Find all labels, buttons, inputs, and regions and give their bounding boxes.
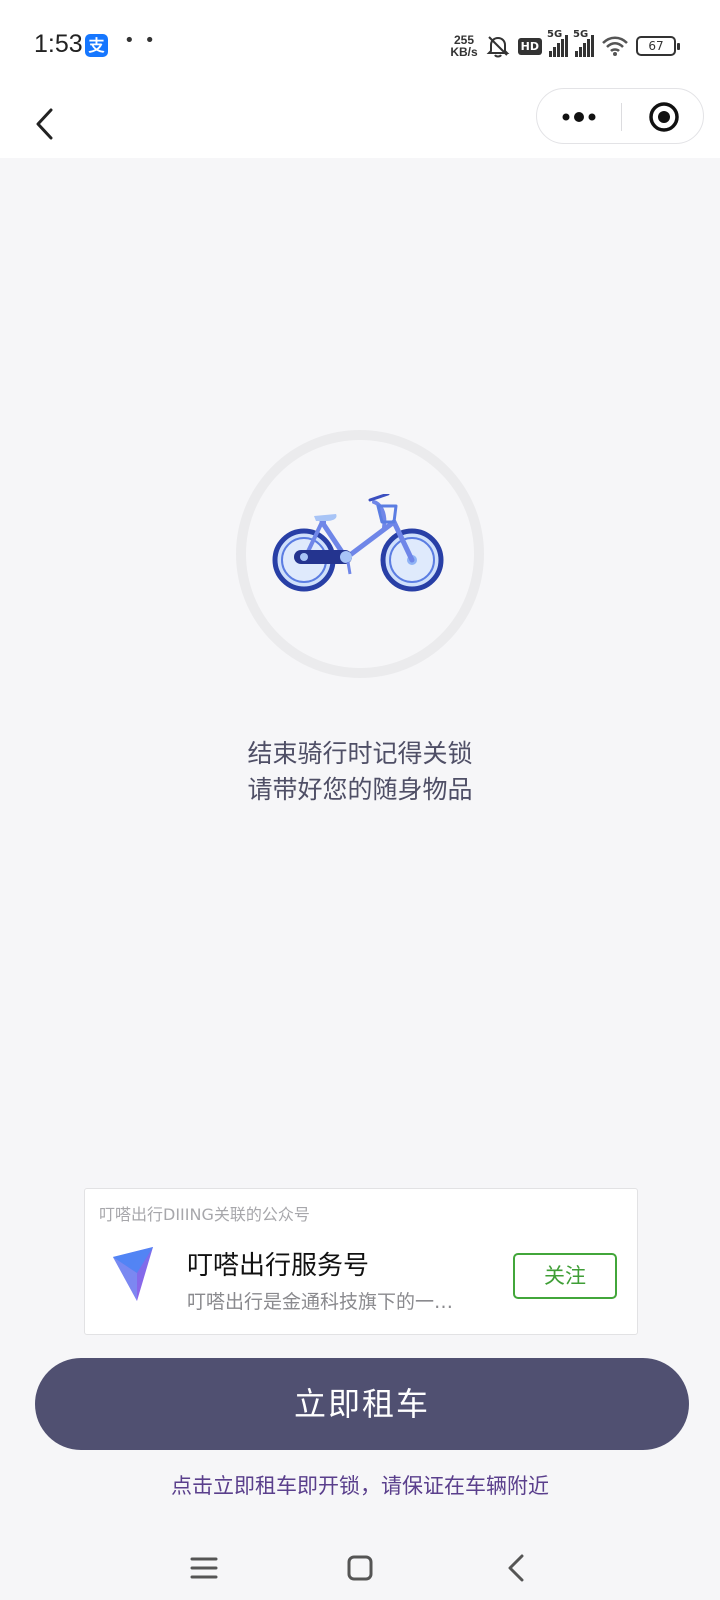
more-button[interactable]	[537, 89, 621, 145]
home-square-icon	[347, 1555, 373, 1581]
official-account-card[interactable]: 叮嗒出行DIIING关联的公众号 叮嗒出行服务号 叮嗒出行是金通科技旗下的一… …	[84, 1188, 638, 1335]
signal-icon-2: 5G	[573, 29, 594, 57]
close-miniprogram-button[interactable]	[622, 89, 705, 145]
status-bar: 1:53 支 • • 255 KB/s HD 5G 5G 67	[0, 0, 720, 92]
rent-hint-text: 点击立即租车即开锁，请保证在车辆附近	[171, 1474, 549, 1498]
status-time: 1:53	[34, 30, 83, 58]
network-type-label-2: 5G	[573, 29, 589, 40]
back-triangle-icon	[508, 1554, 524, 1582]
hd-badge: HD	[517, 37, 542, 55]
bicycle-icon	[272, 494, 444, 592]
follow-button[interactable]: 关注	[513, 1253, 617, 1299]
riding-tip: 结束骑行时记得关锁 请带好您的随身物品	[0, 736, 720, 808]
status-indicators: 255 KB/s HD 5G 5G 67	[450, 29, 680, 60]
home-button[interactable]	[330, 1538, 390, 1598]
official-account-header: 叮嗒出行DIIING关联的公众号	[99, 1205, 310, 1224]
miniprogram-capsule	[536, 88, 704, 144]
bell-muted-icon	[486, 36, 510, 58]
notification-dots: • •	[124, 30, 157, 51]
rent-now-button[interactable]: 立即租车	[35, 1358, 689, 1450]
battery-icon: 67	[636, 36, 680, 56]
network-speed-unit: KB/s	[450, 45, 478, 59]
riding-tip-line1: 结束骑行时记得关锁	[247, 739, 473, 768]
network-type-label: 5G	[547, 29, 563, 40]
recent-apps-button[interactable]	[174, 1538, 234, 1598]
official-account-description: 叮嗒出行是金通科技旗下的一…	[187, 1291, 454, 1313]
chevron-left-icon	[36, 108, 53, 140]
alipay-icon: 支	[85, 34, 108, 57]
signal-icon: 5G	[547, 29, 568, 57]
wifi-icon	[602, 36, 628, 56]
diiing-logo-icon	[113, 1247, 153, 1301]
network-speed: 255 KB/s	[450, 34, 477, 58]
system-back-button[interactable]	[486, 1538, 546, 1598]
system-nav-bar	[0, 1530, 720, 1600]
back-button[interactable]	[24, 100, 64, 148]
riding-tip-line2: 请带好您的随身物品	[247, 775, 473, 804]
official-account-name: 叮嗒出行服务号	[187, 1251, 370, 1281]
target-close-icon	[648, 102, 679, 132]
menu-icon	[190, 1557, 218, 1579]
more-dots-icon	[562, 112, 596, 122]
